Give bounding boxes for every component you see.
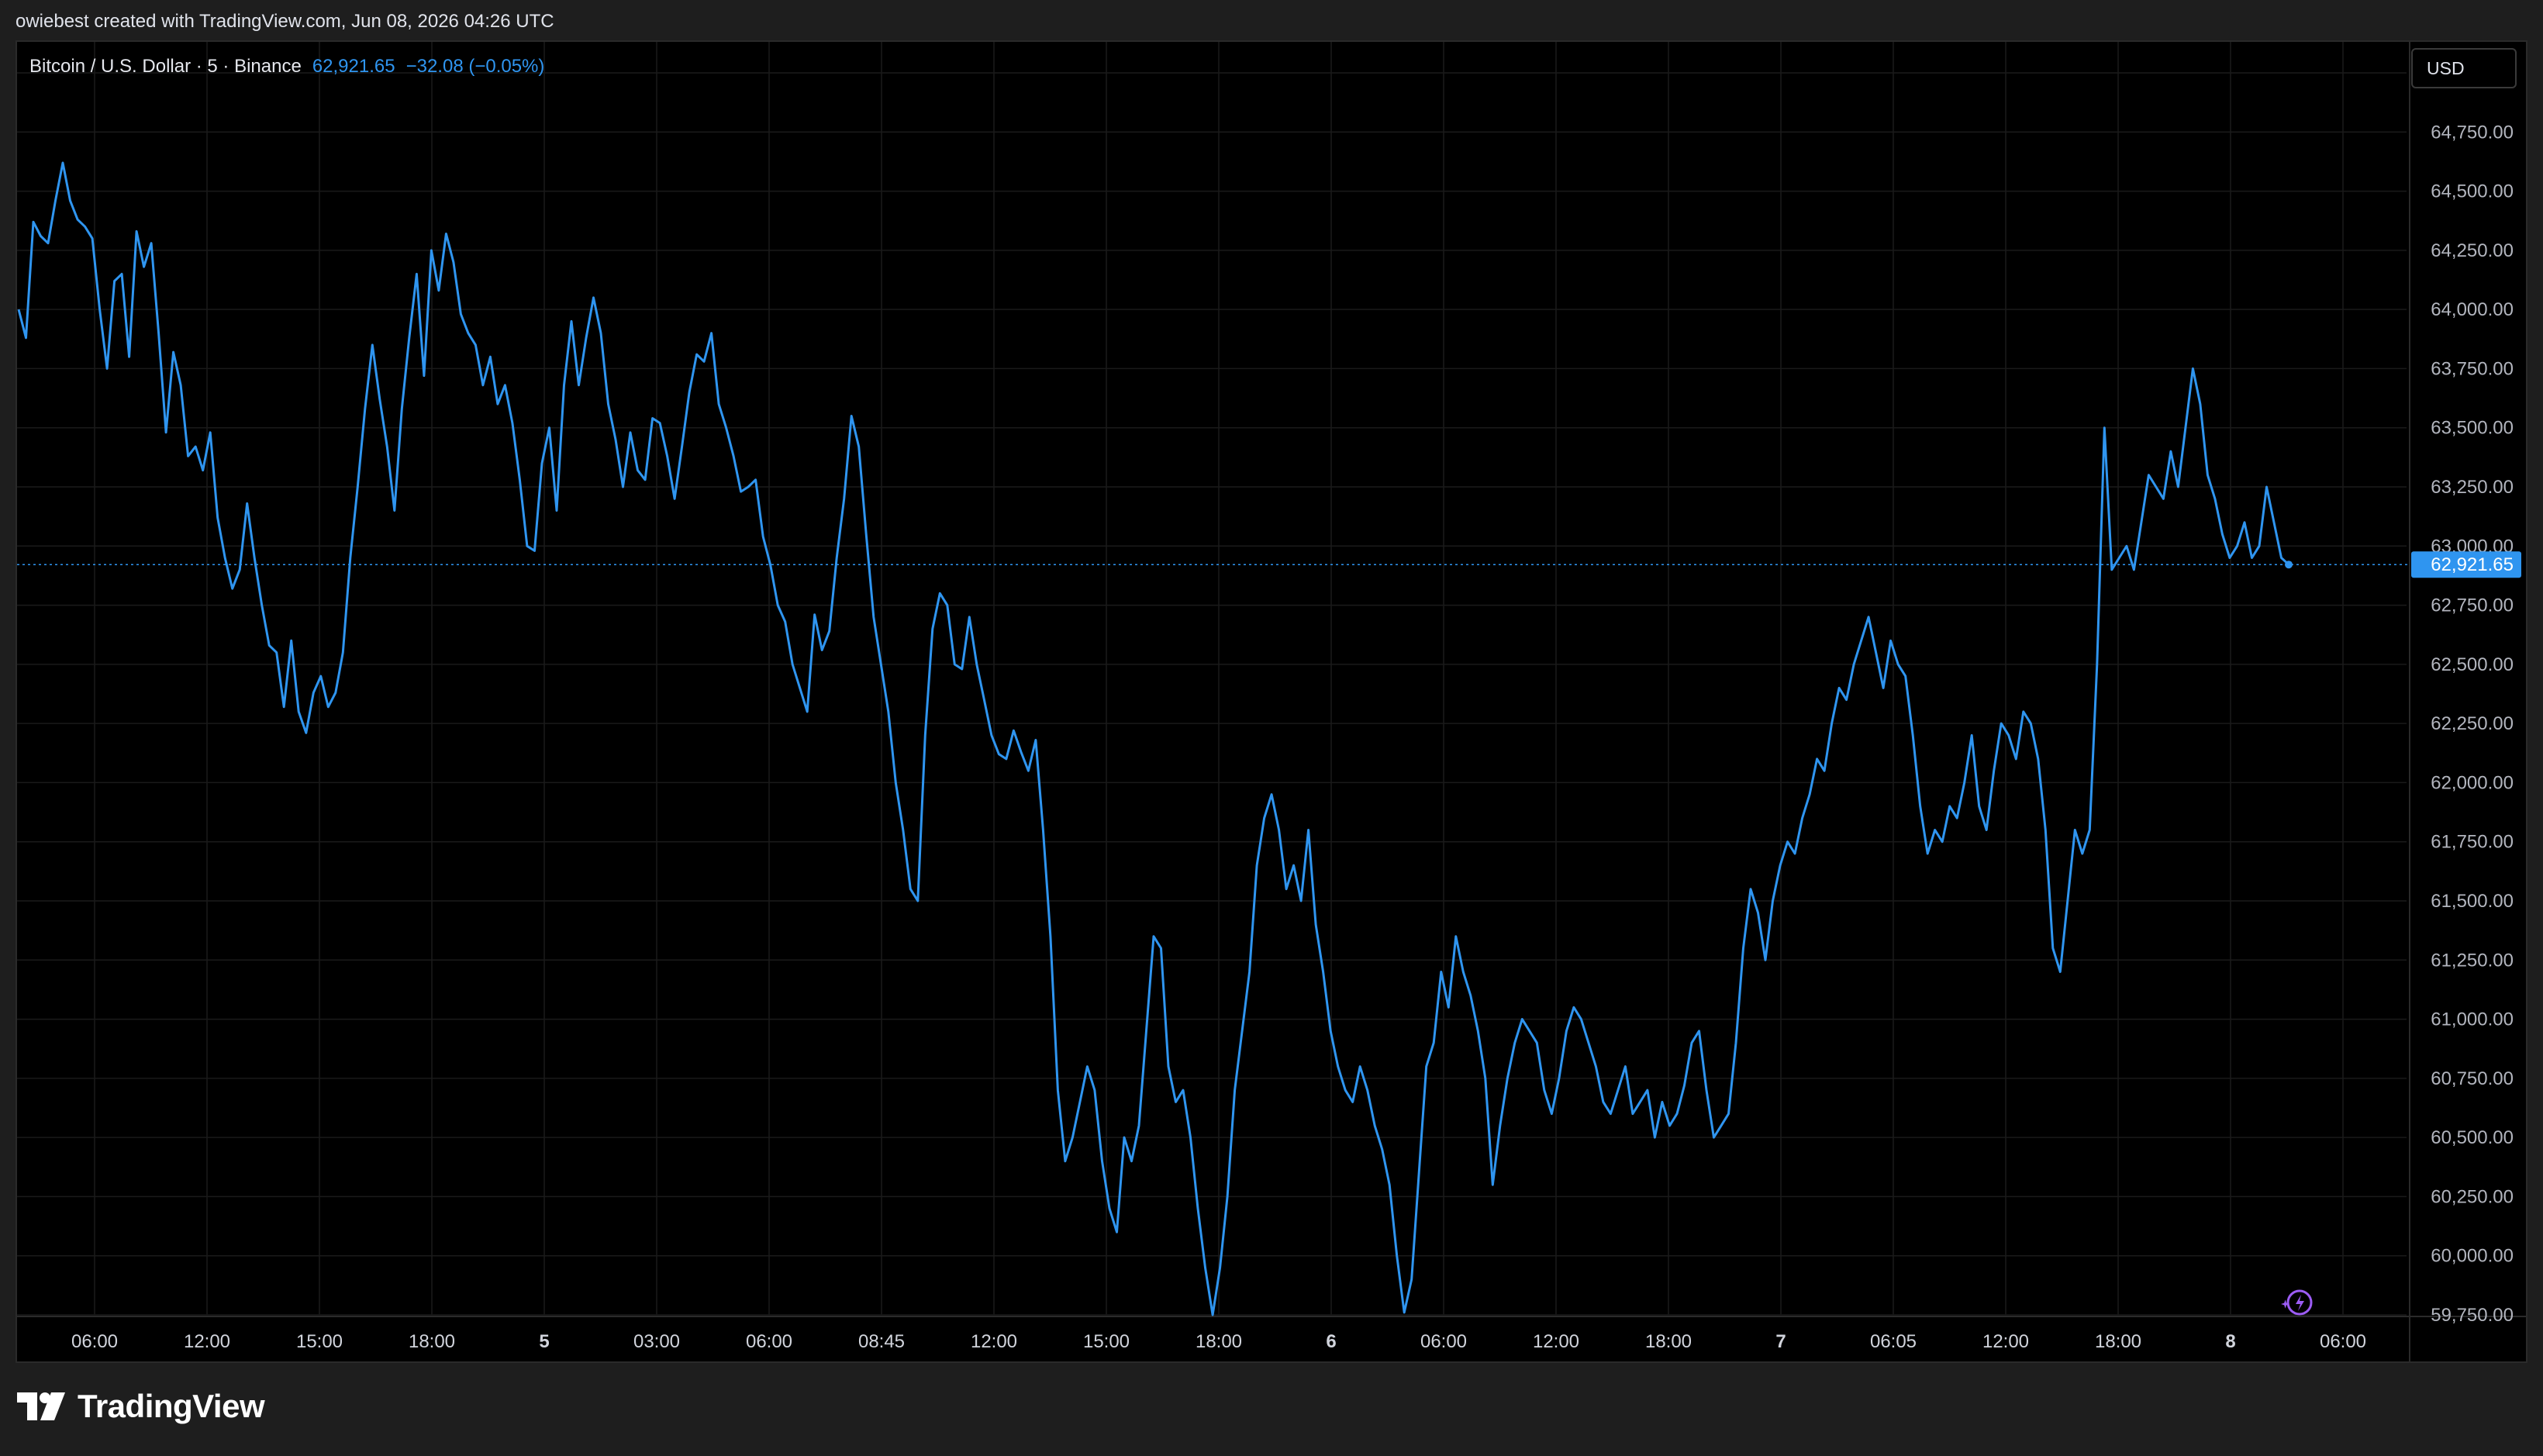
last-price-dot bbox=[2285, 561, 2293, 569]
time-axis-label: 7 bbox=[1775, 1331, 1786, 1352]
price-line-series bbox=[17, 161, 2290, 1316]
time-axis-label: 18:00 bbox=[1196, 1331, 1242, 1352]
price-axis-label: 63,250.00 bbox=[2431, 477, 2514, 498]
time-axis-label: 12:00 bbox=[1982, 1331, 2029, 1352]
tradingview-logo-icon bbox=[17, 1392, 65, 1420]
last-price-label: 62,921.65 bbox=[2411, 551, 2521, 578]
time-axis-label: 12:00 bbox=[184, 1331, 230, 1352]
time-axis-label: 18:00 bbox=[409, 1331, 455, 1352]
time-axis-label: 15:00 bbox=[1083, 1331, 1130, 1352]
last-price-label-text: 62,921.65 bbox=[2431, 554, 2514, 575]
sparkle-assistant-icon[interactable] bbox=[2279, 1285, 2317, 1323]
time-axis-label: 06:05 bbox=[1870, 1331, 1917, 1352]
price-axis-label: 63,750.00 bbox=[2431, 358, 2514, 379]
time-axis-label: 06:00 bbox=[1420, 1331, 1467, 1352]
time-axis-label: 18:00 bbox=[1645, 1331, 1692, 1352]
price-axis-label: 61,000.00 bbox=[2431, 1009, 2514, 1030]
time-axis-label: 06:00 bbox=[746, 1331, 792, 1352]
time-axis-label: 5 bbox=[539, 1331, 549, 1352]
time-axis-label: 08:45 bbox=[858, 1331, 905, 1352]
price-axis-label: 64,500.00 bbox=[2431, 181, 2514, 202]
price-axis-label: 64,250.00 bbox=[2431, 240, 2514, 261]
time-axis-label: 03:00 bbox=[633, 1331, 680, 1352]
price-axis-label: 62,750.00 bbox=[2431, 595, 2514, 616]
price-axis-label: 63,500.00 bbox=[2431, 418, 2514, 439]
time-axis-label: 12:00 bbox=[1533, 1331, 1579, 1352]
price-axis-label: 62,000.00 bbox=[2431, 772, 2514, 793]
tradingview-logo[interactable]: TradingView bbox=[17, 1388, 265, 1425]
time-axis-label: 6 bbox=[1326, 1331, 1336, 1352]
currency-selector-button[interactable]: USD bbox=[2411, 48, 2517, 88]
time-axis-label: 8 bbox=[2225, 1331, 2235, 1352]
chart-attribution: owiebest created with TradingView.com, J… bbox=[16, 11, 554, 32]
price-axis-label: 61,500.00 bbox=[2431, 891, 2514, 912]
symbol-legend[interactable]: Bitcoin / U.S. Dollar · 5 · Binance 62,9… bbox=[29, 56, 544, 78]
chart-panel[interactable]: 65,000.0064,750.0064,500.0064,250.0064,0… bbox=[16, 40, 2527, 1363]
price-axis-label: 59,750.00 bbox=[2431, 1305, 2514, 1326]
price-axis-label: 62,500.00 bbox=[2431, 654, 2514, 675]
time-axis-label: 06:00 bbox=[71, 1331, 118, 1352]
time-axis-label: 12:00 bbox=[971, 1331, 1017, 1352]
price-chart[interactable]: 65,000.0064,750.0064,500.0064,250.0064,0… bbox=[17, 42, 2526, 1361]
time-axis-label: 06:00 bbox=[2320, 1331, 2366, 1352]
price-axis-label: 62,250.00 bbox=[2431, 713, 2514, 734]
price-axis-label: 60,750.00 bbox=[2431, 1068, 2514, 1089]
tradingview-wordmark: TradingView bbox=[78, 1388, 265, 1424]
last-price-value: 62,921.65 bbox=[312, 56, 395, 77]
price-axis-label: 61,750.00 bbox=[2431, 832, 2514, 853]
price-axis-label: 64,750.00 bbox=[2431, 122, 2514, 143]
price-change-value: −32.08 (−0.05%) bbox=[405, 56, 545, 77]
time-axis-label: 15:00 bbox=[296, 1331, 343, 1352]
time-axis-label: 18:00 bbox=[2095, 1331, 2141, 1352]
price-axis-label: 60,500.00 bbox=[2431, 1127, 2514, 1148]
price-axis-label: 61,250.00 bbox=[2431, 950, 2514, 971]
price-axis-label: 64,000.00 bbox=[2431, 299, 2514, 320]
price-axis-label: 60,250.00 bbox=[2431, 1186, 2514, 1207]
symbol-title: Bitcoin / U.S. Dollar · 5 · Binance bbox=[29, 56, 302, 77]
price-axis-label: 60,000.00 bbox=[2431, 1246, 2514, 1267]
